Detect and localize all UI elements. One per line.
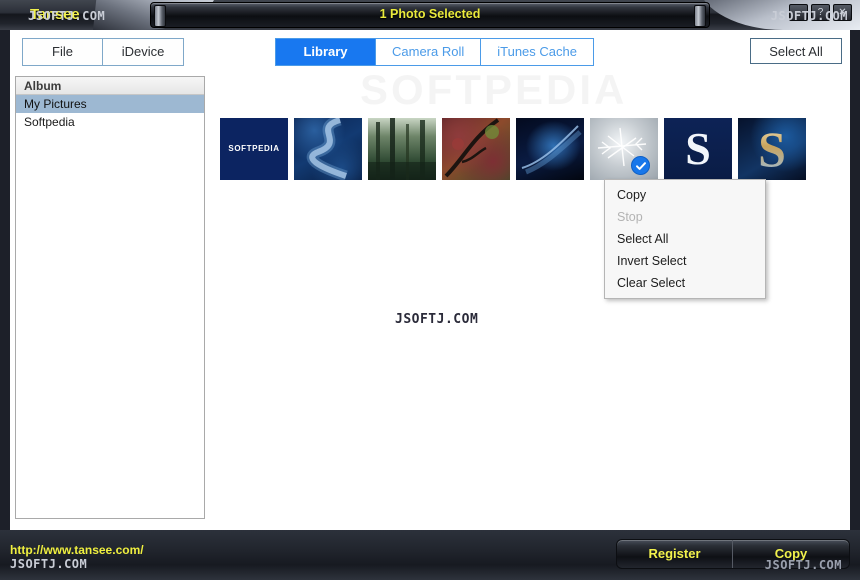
watermark-top-left: JSOFTJ.COM — [28, 9, 106, 23]
context-menu: Copy Stop Select All Invert Select Clear… — [604, 179, 766, 299]
thumbnail-blue-abstract[interactable] — [516, 118, 584, 180]
thumbnail-letter-s-navy[interactable]: S — [664, 118, 732, 180]
check-icon — [635, 161, 646, 170]
context-menu-item-clear-select[interactable]: Clear Select — [605, 272, 765, 294]
thumbnail-misty-forest[interactable] — [368, 118, 436, 180]
context-menu-item-stop: Stop — [617, 210, 643, 224]
thumbnail-caption: S — [738, 122, 806, 176]
watermark-bottom-right: JSOFTJ.COM — [764, 558, 842, 572]
album-sidebar: Album My Pictures Softpedia — [15, 76, 205, 519]
source-tabs: Library Camera Roll iTunes Cache — [275, 38, 594, 66]
tab-library[interactable]: Library — [276, 39, 376, 65]
sidebar-item-softpedia[interactable]: Softpedia — [16, 113, 204, 131]
footer-bar: http://www.tansee.com/ JSOFTJ.COM Regist… — [0, 530, 860, 580]
register-button[interactable]: Register — [617, 540, 733, 568]
idevice-button[interactable]: iDevice — [103, 39, 183, 65]
select-all-button[interactable]: Select All — [750, 38, 842, 64]
tab-camera-roll[interactable]: Camera Roll — [376, 39, 482, 65]
watermark-bottom-left: JSOFTJ.COM — [10, 557, 88, 571]
thumbnail-caption: S — [685, 123, 711, 174]
forest-trees-icon — [368, 118, 436, 180]
watermark-center: JSOFTJ.COM — [395, 312, 479, 327]
thumbnail-frost-crystal[interactable] — [590, 118, 658, 180]
app-window: Tansee JSOFTJ.COM 1 Photo Selected – ? ✕… — [0, 0, 860, 580]
website-link[interactable]: http://www.tansee.com/ — [10, 543, 144, 557]
thumbnail-caption: SOFTPEDIA — [228, 144, 280, 153]
window-body: SOFTPEDIA File iDevice Library Camera Ro… — [10, 30, 850, 530]
context-menu-item-copy[interactable]: Copy — [605, 184, 765, 206]
title-plate: 1 Photo Selected — [150, 2, 710, 28]
sidebar-item-my-pictures[interactable]: My Pictures — [16, 95, 204, 113]
menu-button-group: File iDevice — [22, 38, 184, 66]
thumbnail-blue-river[interactable] — [294, 118, 362, 180]
title-bar: Tansee JSOFTJ.COM 1 Photo Selected – ? ✕… — [0, 0, 860, 30]
river-shape-icon — [306, 118, 348, 180]
window-title: 1 Photo Selected — [379, 7, 481, 21]
selected-check-badge — [631, 156, 650, 175]
file-button[interactable]: File — [23, 39, 103, 65]
context-menu-item-invert-select[interactable]: Invert Select — [605, 250, 765, 272]
thumbnail-letter-s-gold[interactable]: S — [738, 118, 806, 180]
toolbar: File iDevice Library Camera Roll iTunes … — [10, 30, 850, 74]
thumbnail-autumn-leaves[interactable] — [442, 118, 510, 180]
tab-itunes-cache[interactable]: iTunes Cache — [481, 39, 593, 65]
branch-icon — [444, 118, 500, 178]
thumbnail-softpedia-logo[interactable]: SOFTPEDIA — [220, 118, 288, 180]
light-streak-icon — [521, 125, 582, 175]
album-header: Album — [16, 77, 204, 95]
context-menu-item-select-all[interactable]: Select All — [605, 228, 765, 250]
watermark-top-right: JSOFTJ.COM — [770, 9, 848, 23]
